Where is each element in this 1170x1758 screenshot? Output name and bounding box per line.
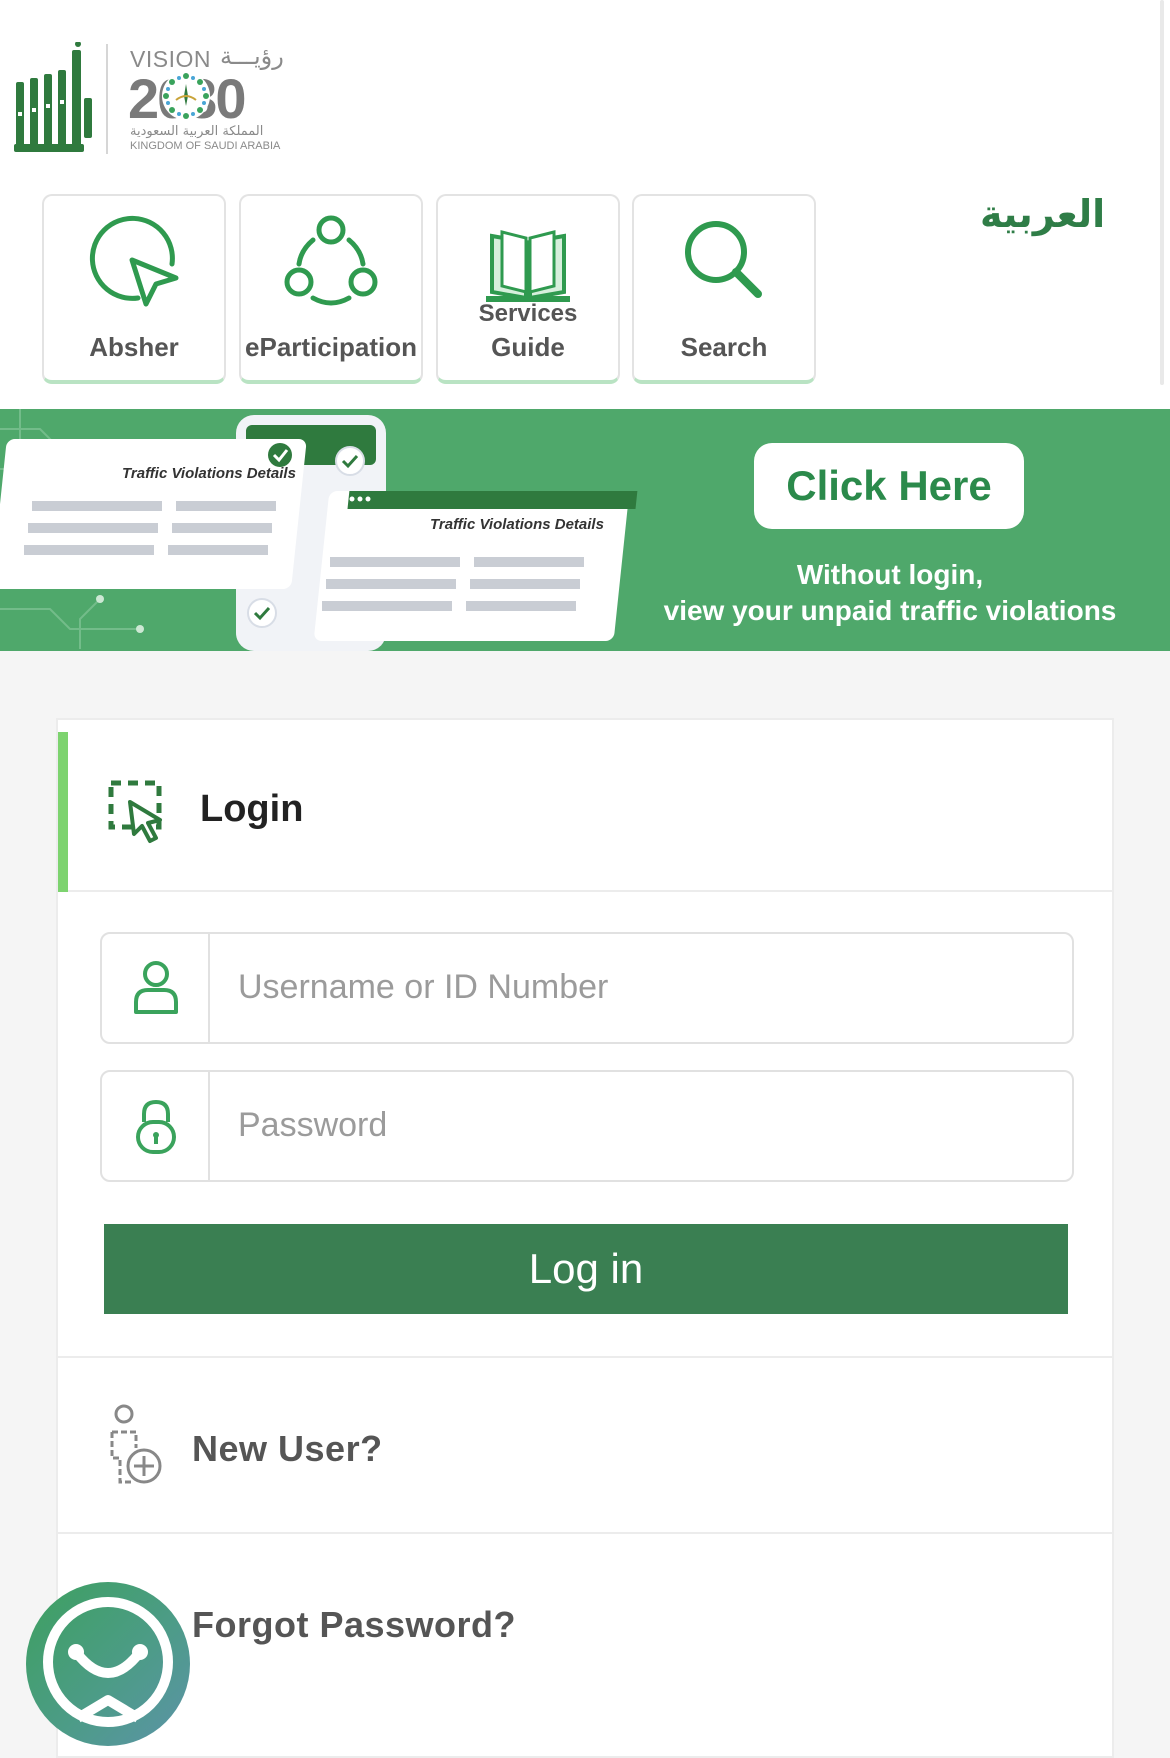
nav-card-sublabel: Services — [478, 300, 578, 327]
login-title: Login — [200, 788, 304, 830]
vision-2030-logo: VISION رؤيـــة 2030 المملكة العربية السع… — [128, 42, 298, 154]
login-panel: Login Username or ID Number Password Log… — [56, 718, 1114, 1758]
username-icon-box — [102, 934, 210, 1042]
vision-kingdom-arabic: المملكة العربية السعودية — [130, 124, 264, 139]
password-input[interactable]: Password — [238, 1106, 387, 1145]
login-button[interactable]: Log in — [104, 1224, 1068, 1314]
scrollbar[interactable] — [1160, 0, 1164, 385]
nav-card-label: Absher — [89, 332, 179, 362]
nav-card-label: Guide — [491, 332, 565, 362]
forgot-password-row[interactable]: Forgot Password? — [58, 1532, 1112, 1708]
absher-logo[interactable] — [14, 42, 94, 154]
nav-card-services-guide[interactable]: Services Guide — [436, 194, 620, 384]
nav-card-search[interactable]: Search — [632, 194, 816, 384]
banner-subtitle: Without login, view your unpaid traffic … — [620, 557, 1160, 629]
search-icon — [634, 212, 814, 312]
nav-card-eparticipation[interactable]: eParticipation — [239, 194, 423, 384]
user-icon — [134, 961, 178, 1014]
login-cursor-icon — [108, 780, 162, 843]
login-accent-bar — [58, 732, 68, 892]
open-book-icon — [438, 212, 618, 312]
password-field[interactable]: Password — [100, 1070, 1074, 1182]
forgot-password-label: Forgot Password? — [192, 1604, 517, 1645]
login-header: Login — [58, 720, 1112, 892]
click-here-button[interactable]: Click Here — [754, 443, 1024, 529]
password-icon-box — [102, 1072, 210, 1180]
cursor-circle-icon — [44, 212, 224, 312]
banner-subtitle-line-2: view your unpaid traffic violations — [663, 595, 1117, 626]
logo-divider — [106, 44, 108, 154]
nav-card-label: eParticipation — [245, 332, 417, 362]
new-user-row[interactable]: New User? — [58, 1356, 1112, 1532]
username-input[interactable]: Username or ID Number — [238, 968, 608, 1007]
nav-card-absher[interactable]: Absher — [42, 194, 226, 384]
chat-support-button[interactable] — [26, 1582, 190, 1746]
banner-subtitle-line-1: Without login, — [796, 559, 984, 590]
network-people-icon — [241, 212, 421, 312]
vision-emblem-icon — [162, 72, 210, 120]
lock-icon — [136, 1099, 176, 1154]
vision-kingdom-english: KINGDOM OF SAUDI ARABIA — [130, 140, 281, 152]
chat-assistant-icon — [43, 1597, 173, 1727]
app-header: VISION رؤيـــة 2030 المملكة العربية السع… — [0, 0, 1170, 409]
username-field[interactable]: Username or ID Number — [100, 932, 1074, 1044]
add-user-icon — [110, 1404, 162, 1484]
banner-card-title-1: Traffic Violations Details — [122, 465, 296, 482]
arabic-language-link[interactable]: العربية — [980, 192, 1105, 236]
new-user-label: New User? — [192, 1428, 383, 1469]
banner-card-title-2: Traffic Violations Details — [430, 516, 604, 533]
traffic-violations-banner[interactable]: Traffic Violations Details Traffic Viola… — [0, 409, 1170, 651]
nav-card-label: Search — [680, 332, 768, 362]
